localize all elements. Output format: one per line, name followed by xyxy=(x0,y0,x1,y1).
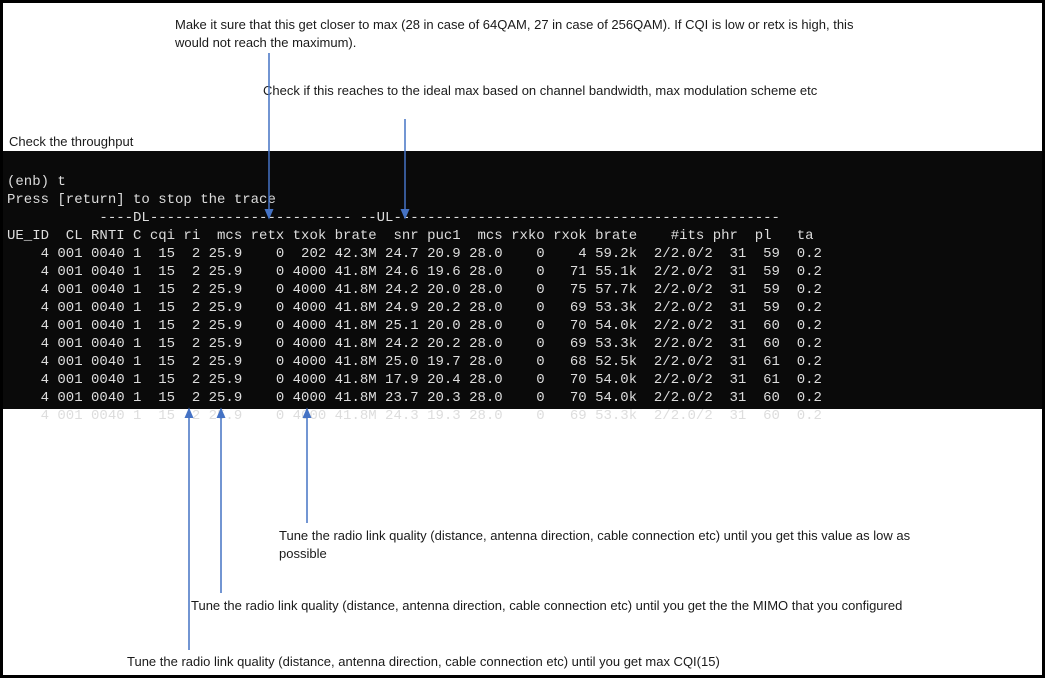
table-row: 4 001 0040 1 15 2 25.9 0 4000 41.8M 17.9… xyxy=(7,372,822,388)
table-row: 4 001 0040 1 15 2 25.9 0 4000 41.8M 24.9… xyxy=(7,300,822,316)
table-row: 4 001 0040 1 15 2 25.9 0 4000 41.8M 24.3… xyxy=(7,408,822,424)
terminal-instruction: Press [return] to stop the trace xyxy=(7,192,276,208)
annotation-mcs: Make it sure that this get closer to max… xyxy=(175,16,875,51)
table-row: 4 001 0040 1 15 2 25.9 0 4000 41.8M 24.2… xyxy=(7,282,822,298)
terminal-output: (enb) t Press [return] to stop the trace… xyxy=(3,151,1042,409)
annotation-retx: Tune the radio link quality (distance, a… xyxy=(279,527,919,562)
annotation-brate: Check if this reaches to the ideal max b… xyxy=(263,82,903,100)
table-row: 4 001 0040 1 15 2 25.9 0 4000 41.8M 25.0… xyxy=(7,354,822,370)
terminal-prompt: (enb) t xyxy=(7,174,66,190)
table-row: 4 001 0040 1 15 2 25.9 0 4000 41.8M 24.6… xyxy=(7,264,822,280)
terminal-section-header: ----DL------------------------ --UL-----… xyxy=(7,210,780,226)
canvas: Make it sure that this get closer to max… xyxy=(0,0,1045,678)
annotation-cqi: Tune the radio link quality (distance, a… xyxy=(127,653,887,671)
table-row: 4 001 0040 1 15 2 25.9 0 4000 41.8M 24.2… xyxy=(7,336,822,352)
table-row: 4 001 0040 1 15 2 25.9 0 4000 41.8M 23.7… xyxy=(7,390,822,406)
annotation-ri: Tune the radio link quality (distance, a… xyxy=(191,597,921,615)
annotation-throughput: Check the throughput xyxy=(9,133,209,151)
table-row: 4 001 0040 1 15 2 25.9 0 4000 41.8M 25.1… xyxy=(7,318,822,334)
table-row: 4 001 0040 1 15 2 25.9 0 202 42.3M 24.7 … xyxy=(7,246,822,262)
terminal-column-header: UE_ID CL RNTI C cqi ri mcs retx txok bra… xyxy=(7,228,814,244)
